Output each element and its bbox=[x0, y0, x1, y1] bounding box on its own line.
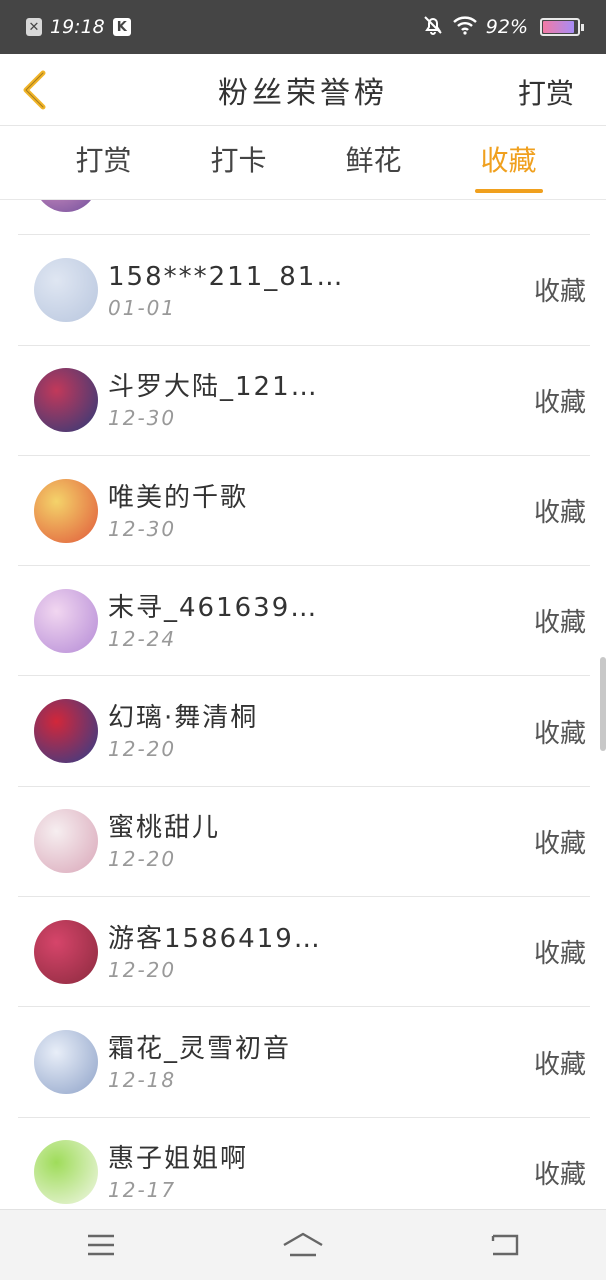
favorite-label: 收藏 bbox=[533, 1049, 586, 1080]
list-item[interactable]: 01-02 bbox=[18, 200, 590, 236]
status-time: 19:18 bbox=[50, 16, 105, 38]
user-name: 霜花_灵雪初音 bbox=[108, 1034, 292, 1065]
battery-text: 92% bbox=[485, 16, 528, 38]
wifi-icon bbox=[452, 15, 478, 40]
status-left: ✕ 19:18 K bbox=[26, 16, 131, 38]
status-right: 92% bbox=[422, 14, 584, 41]
user-name: 末寻_461639… bbox=[108, 592, 319, 623]
favorite-date: 12-20 bbox=[108, 847, 177, 872]
favorite-date: 12-17 bbox=[108, 1178, 177, 1203]
list-item-text: 游客1586419… 12-20 bbox=[108, 922, 534, 982]
home-button[interactable] bbox=[263, 1215, 343, 1275]
list-item-text: 幻璃·舞清桐 12-20 bbox=[108, 701, 534, 761]
fan-list-content: 01-02158***211_81…01-01收藏斗罗大陆_121…12-30收… bbox=[0, 200, 606, 1209]
user-name: 斗罗大陆_121… bbox=[108, 372, 319, 403]
user-name: 惠子姐姐啊 bbox=[108, 1144, 249, 1175]
tab-checkin[interactable]: 打卡 bbox=[171, 126, 306, 199]
list-item[interactable]: 游客1586419… 12-20 收藏 bbox=[18, 897, 590, 1008]
avatar[interactable] bbox=[34, 588, 98, 653]
avatar[interactable] bbox=[34, 699, 98, 764]
favorite-date: 12-30 bbox=[108, 516, 177, 541]
notification-x-icon: ✕ bbox=[26, 18, 42, 36]
list-item[interactable]: 唯美的千歌 12-30 收藏 bbox=[18, 456, 590, 567]
favorite-date: 12-20 bbox=[108, 737, 177, 762]
user-name: 游客1586419… bbox=[108, 923, 322, 954]
list-item-text: 唯美的千歌 12-30 bbox=[108, 481, 534, 541]
favorite-date: 01-01 bbox=[108, 295, 177, 320]
avatar[interactable] bbox=[34, 368, 98, 433]
avatar[interactable] bbox=[34, 809, 98, 874]
user-name: 唯美的千歌 bbox=[108, 482, 249, 513]
page-title: 粉丝荣誉榜 bbox=[218, 75, 388, 111]
list-item-text: 158***211_81… 01-01 bbox=[108, 260, 534, 320]
list-item-text: 霜花_灵雪初音 12-18 bbox=[108, 1032, 534, 1092]
list-item[interactable]: 末寻_461639… 12-24 收藏 bbox=[18, 566, 590, 677]
favorite-label: 收藏 bbox=[533, 1159, 586, 1190]
favorite-date: 12-20 bbox=[108, 957, 177, 982]
back-icon bbox=[491, 1234, 519, 1256]
list-item[interactable]: 幻璃·舞清桐 12-20 收藏 bbox=[18, 676, 590, 787]
list-item[interactable]: 斗罗大陆_121… 12-30 收藏 bbox=[18, 346, 590, 456]
user-name: 蜜桃甜儿 bbox=[108, 813, 221, 844]
back-button[interactable] bbox=[14, 68, 54, 112]
home-icon bbox=[283, 1232, 323, 1257]
chevron-left-icon bbox=[23, 70, 46, 110]
list-item[interactable]: 蜜桃甜儿 12-20 收藏 bbox=[18, 787, 590, 898]
list-item-text: 蜜桃甜儿 12-20 bbox=[108, 811, 534, 871]
avatar[interactable] bbox=[34, 1140, 98, 1205]
back-nav-button[interactable] bbox=[465, 1215, 545, 1275]
favorite-label: 收藏 bbox=[533, 718, 586, 749]
favorite-date: 12-18 bbox=[108, 1068, 177, 1093]
k-app-icon: K bbox=[112, 18, 131, 36]
scrollbar[interactable] bbox=[600, 657, 606, 751]
favorite-label: 收藏 bbox=[533, 387, 586, 418]
favorite-label: 收藏 bbox=[533, 277, 586, 308]
favorite-label: 收藏 bbox=[533, 498, 586, 529]
list-item[interactable]: 158***211_81… 01-01 收藏 bbox=[18, 235, 590, 346]
favorite-date: 12-24 bbox=[108, 626, 177, 651]
tab-reward[interactable]: 打赏 bbox=[36, 126, 171, 199]
menu-button[interactable] bbox=[61, 1215, 141, 1275]
avatar[interactable] bbox=[34, 1030, 98, 1095]
avatar[interactable] bbox=[34, 257, 98, 322]
status-bar: ✕ 19:18 K 92% bbox=[0, 0, 606, 54]
user-name: 幻璃·舞清桐 bbox=[108, 703, 259, 734]
reward-button[interactable]: 打赏 bbox=[518, 72, 574, 112]
header: 粉丝荣誉榜 打赏 bbox=[0, 54, 606, 126]
list-item-text: 末寻_461639… 12-24 bbox=[108, 591, 534, 651]
bell-off-icon bbox=[422, 14, 444, 41]
battery-fill bbox=[543, 21, 575, 33]
favorite-label: 收藏 bbox=[533, 608, 586, 639]
tab-bar: 打赏 打卡 鲜花 收藏 bbox=[0, 126, 606, 200]
fan-list[interactable]: 01-02158***211_81…01-01收藏斗罗大陆_121…12-30收… bbox=[0, 200, 606, 1209]
system-nav-bar bbox=[0, 1209, 606, 1280]
favorite-date: 12-30 bbox=[108, 406, 177, 431]
avatar[interactable] bbox=[34, 919, 98, 984]
menu-icon bbox=[88, 1234, 114, 1256]
list-item[interactable]: 霜花_灵雪初音 12-18 收藏 bbox=[18, 1007, 590, 1118]
list-item[interactable]: 惠子姐姐啊 12-17 收藏 bbox=[18, 1118, 590, 1209]
favorite-label: 收藏 bbox=[533, 939, 586, 970]
avatar[interactable] bbox=[34, 478, 98, 543]
avatar[interactable] bbox=[34, 200, 98, 212]
list-item-text: 斗罗大陆_121… 12-30 bbox=[108, 370, 534, 430]
tab-flowers[interactable]: 鲜花 bbox=[306, 126, 441, 199]
battery-icon bbox=[540, 18, 584, 36]
list-item-text: 惠子姐姐啊 12-17 bbox=[108, 1142, 534, 1202]
user-name: 158***211_81… bbox=[108, 261, 345, 292]
tab-favorites[interactable]: 收藏 bbox=[441, 126, 576, 199]
favorite-label: 收藏 bbox=[533, 828, 586, 859]
